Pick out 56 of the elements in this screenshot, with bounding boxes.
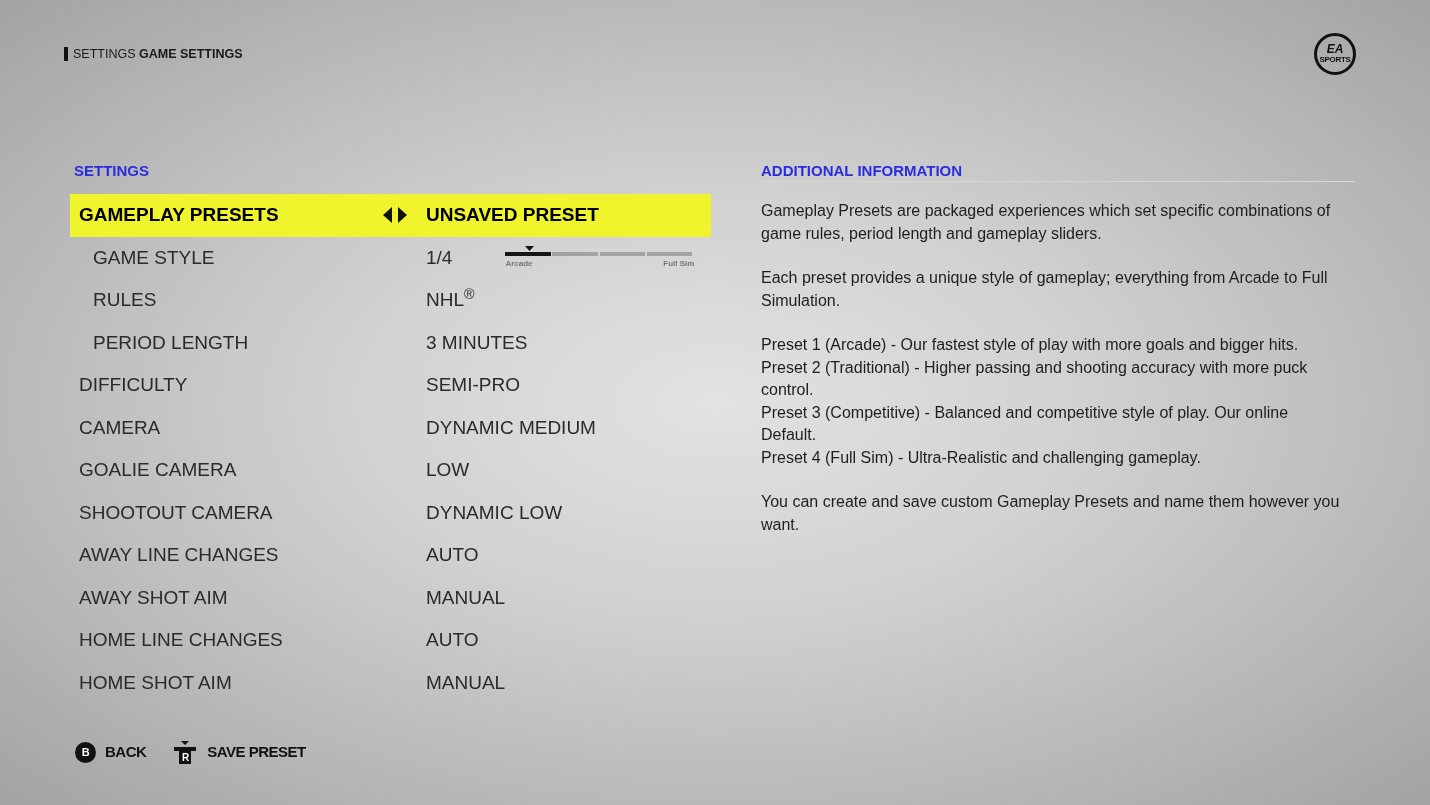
setting-value: AUTO [426, 628, 479, 652]
setting-label: PERIOD LENGTH [93, 330, 249, 355]
setting-label: GAME STYLE [93, 245, 215, 270]
info-text: Gameplay Presets are packaged experiences which set specific combinations of game rules, period length and gameplay sliders. [761, 201, 1332, 244]
controller-key: R [172, 741, 199, 764]
settings-row[interactable]: GAMEPLAY PRESETS UNSAVED PRESET [70, 194, 711, 237]
setting-label: RULES [93, 288, 157, 312]
setting-value: MANUAL [426, 670, 506, 695]
setting-label: HOME SHOT AIM [79, 670, 232, 695]
section-title: SETTINGS [74, 162, 149, 179]
setting-value: 1/4 [426, 245, 453, 270]
settings-row[interactable]: AWAY SHOT AIM MANUAL [70, 576, 711, 619]
footer-action[interactable]: R SAVE PRESET [172, 741, 306, 764]
settings-row[interactable]: GOALIE CAMERA LOW [70, 449, 711, 492]
settings-row[interactable]: PERIOD LENGTH 3 MINUTES [70, 321, 711, 364]
setting-label: GOALIE CAMERA [79, 458, 237, 482]
info-text: Each preset provides a unique style of gameplay; everything from Arcade to Full Simulation. [761, 268, 1329, 311]
info-text: Preset 4 (Full Sim) - Ultra-Realistic and challenging gameplay. [761, 447, 1202, 468]
setting-value: AUTO [426, 543, 479, 567]
setting-value: DYNAMIC LOW [426, 500, 563, 525]
bar-marker-icon [64, 47, 68, 61]
slider-track[interactable] [505, 252, 695, 257]
setting-value: NHL$^{®}$ [426, 286, 475, 312]
setting-label: HOME LINE CHANGES [79, 628, 283, 652]
settings-row[interactable]: RULES NHL$^{®}$ [70, 279, 711, 322]
breadcrumb: SETTINGS GAME SETTINGS [73, 45, 243, 63]
settings-row[interactable]: HOME LINE CHANGES AUTO [70, 619, 711, 662]
settings-row[interactable]: CAMERA DYNAMIC MEDIUM [70, 406, 711, 449]
left-right-arrows-icon [383, 207, 407, 224]
slider-min-label: Arcade [505, 259, 533, 270]
settings-row[interactable]: GAME STYLE 1/4 Arcade Full Sim [70, 236, 711, 279]
setting-value: 3 MINUTES [426, 330, 528, 355]
footer-action[interactable]: B BACK [75, 741, 147, 764]
setting-label: CAMERA [79, 415, 161, 440]
info-text: Preset 2 (Traditional) - Higher passing and shooting accuracy with more puck control. [761, 357, 1309, 400]
section-title: ADDITIONAL INFORMATION [761, 162, 963, 179]
info-text: You can create and save custom Gameplay Presets and name them however you want. [761, 492, 1341, 535]
brand-logo: EA SPORTS [1314, 33, 1356, 75]
setting-value: DYNAMIC MEDIUM [426, 415, 596, 440]
setting-label: SHOOTOUT CAMERA [79, 500, 273, 525]
settings-row[interactable]: SHOOTOUT CAMERA DYNAMIC LOW [70, 491, 711, 534]
settings-row[interactable]: HOME SHOT AIM MANUAL [70, 661, 711, 704]
setting-value: UNSAVED PRESET [426, 203, 599, 227]
setting-label: GAMEPLAY PRESETS [79, 203, 279, 227]
setting-value: MANUAL [426, 585, 506, 610]
setting-label: AWAY LINE CHANGES [79, 543, 279, 567]
setting-value: SEMI-PRO [426, 373, 520, 397]
setting-value: LOW [426, 458, 470, 482]
settings-row[interactable]: AWAY LINE CHANGES AUTO [70, 534, 711, 577]
setting-label: AWAY SHOT AIM [79, 585, 228, 610]
slider-max-label: Full Sim [663, 259, 695, 270]
controller-key: B [75, 742, 96, 763]
info-text: Preset 3 (Competitive) - Balanced and competitive style of play. Our online Default. [761, 402, 1290, 445]
settings-row[interactable]: DIFFICULTY SEMI-PRO [70, 364, 711, 407]
info-text: Preset 1 (Arcade) - Our fastest style of play with more goals and bigger hits. [761, 335, 1300, 355]
setting-label: DIFFICULTY [79, 373, 188, 397]
